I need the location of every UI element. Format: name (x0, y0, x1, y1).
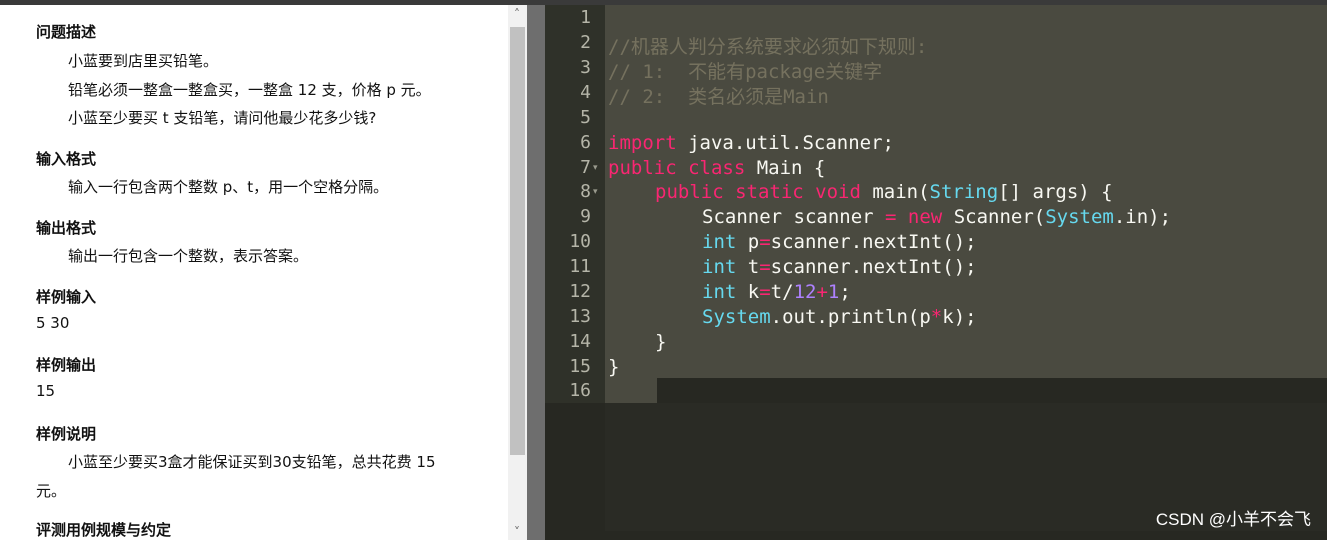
line-number: 9 (580, 206, 591, 227)
sample-input-heading: 样例输入 (36, 288, 97, 306)
sample-explain-line: 小蓝至少要买3盒才能保证买到30支铅笔，总共花费 15 (68, 453, 436, 471)
code-line: int p=scanner.nextInt(); (702, 231, 977, 253)
gutter-empty (545, 403, 605, 540)
fold-arrow-icon[interactable]: ▾ (593, 187, 598, 197)
code-line: public class Main { (608, 157, 826, 179)
code-line: System.out.println(p*k); (702, 306, 977, 328)
code-line: int k=t/12+1; (702, 281, 851, 303)
sample-explain-heading: 样例说明 (36, 425, 97, 443)
line-number: 6 (580, 132, 591, 153)
line-number: 7 (580, 157, 591, 178)
line-number: 1 (580, 7, 591, 28)
code-line: // 2: 类名必须是Main (608, 86, 829, 108)
problem-panel: 问题描述 小蓝要到店里买铅笔。 铅笔必须一整盒一整盒买，一整盒 12 支，价格 … (0, 5, 508, 540)
line-number: 2 (580, 32, 591, 53)
panel-divider[interactable] (527, 5, 545, 540)
code-line: //机器人判分系统要求必须如下规则: (608, 36, 928, 58)
line-number: 4 (580, 82, 591, 103)
description-line: 小蓝要到店里买铅笔。 (68, 52, 219, 70)
sample-explain-line: 元。 (36, 482, 67, 500)
scale-heading: 评测用例规模与约定 (36, 521, 172, 539)
code-line: // 1: 不能有package关键字 (608, 61, 883, 83)
watermark: CSDN @小羊不会飞 (1155, 510, 1311, 529)
code-line: } (655, 331, 667, 353)
description-heading: 问题描述 (36, 23, 97, 41)
code-line: int t=scanner.nextInt(); (702, 256, 977, 278)
sample-input-value: 5 30 (36, 314, 70, 332)
scroll-thumb[interactable] (510, 27, 525, 455)
fold-arrow-icon[interactable]: ▾ (593, 163, 598, 173)
input-format-text: 输入一行包含两个整数 p、t，用一个空格分隔。 (68, 178, 389, 196)
line-number: 8 (580, 181, 591, 202)
problem-scrollbar[interactable]: ˄ ˅ (508, 5, 527, 540)
output-format-heading: 输出格式 (36, 219, 97, 237)
line-number: 11 (569, 256, 591, 277)
code-editor[interactable]: 1 2 3 4 5 6 7 8 9 10 11 12 13 14 15 16 ▾… (545, 5, 1327, 540)
line-number: 16 (569, 380, 591, 401)
line-number: 10 (569, 231, 591, 252)
code-line: } (608, 356, 620, 378)
output-format-text: 输出一行包含一个整数，表示答案。 (68, 247, 309, 265)
line-number: 3 (580, 57, 591, 78)
input-format-heading: 输入格式 (36, 150, 97, 168)
line-number: 15 (569, 356, 591, 377)
selection-highlight-tail (605, 378, 657, 403)
code-line: import java.util.Scanner; (608, 132, 894, 154)
code-line: Scanner scanner = new Scanner(System.in)… (702, 206, 1172, 228)
scroll-down-icon[interactable]: ˅ (512, 526, 522, 538)
line-number: 14 (569, 331, 591, 352)
line-number: 5 (580, 107, 591, 128)
scroll-up-icon[interactable]: ˄ (512, 8, 522, 20)
line-number: 12 (569, 281, 591, 302)
sample-output-value: 15 (36, 382, 56, 400)
sample-output-heading: 样例输出 (36, 356, 97, 374)
code-line: public static void main(String[] args) { (655, 181, 1113, 203)
description-line: 铅笔必须一整盒一整盒买，一整盒 12 支，价格 p 元。 (68, 81, 431, 99)
description-line: 小蓝至少要买 t 支铅笔，请问他最少花多少钱? (68, 109, 377, 127)
line-number: 13 (569, 306, 591, 327)
